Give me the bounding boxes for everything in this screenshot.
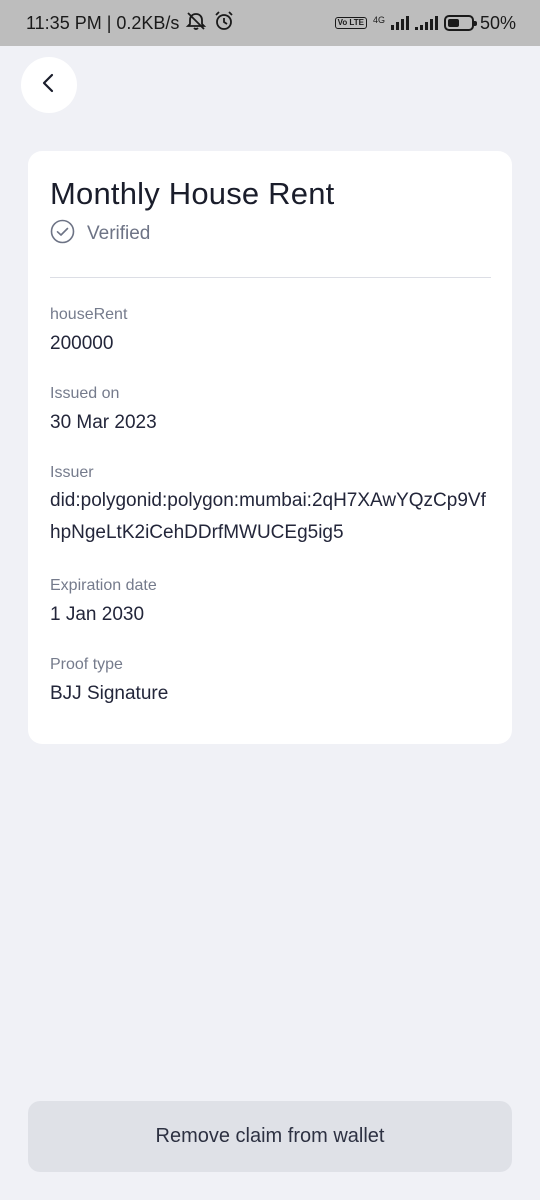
battery-fill xyxy=(447,19,459,27)
alarm-icon xyxy=(213,10,235,37)
verified-status: Verified xyxy=(50,219,490,249)
field-value: 1 Jan 2030 xyxy=(50,604,145,625)
field-value: 30 Mar 2023 xyxy=(50,412,157,433)
status-time-speed: 11:35 PM | 0.2KB/s xyxy=(26,12,180,33)
status-right: Vo LTE 4G 50% xyxy=(334,12,516,34)
back-button[interactable] xyxy=(21,57,77,113)
battery-icon xyxy=(443,15,477,31)
field-label: Proof type xyxy=(50,656,123,673)
field-proof-type: Proof type BJJ Signature xyxy=(50,655,490,707)
check-circle-icon xyxy=(50,219,75,249)
field-label: Expiration date xyxy=(50,577,157,594)
credential-card: Monthly House Rent Verified houseRent 20… xyxy=(28,151,512,744)
verified-label: Verified xyxy=(87,223,151,244)
remove-claim-button[interactable]: Remove claim from wallet xyxy=(28,1101,512,1172)
status-bar: 11:35 PM | 0.2KB/s Vo LTE 4G 50% xyxy=(0,0,540,46)
field-value: did:polygonid:polygon:mumbai:2qH7XAwYQzC… xyxy=(50,490,486,543)
field-value: 200000 xyxy=(50,333,114,354)
field-issuer: Issuer did:polygonid:polygon:mumbai:2qH7… xyxy=(50,463,490,549)
signal-icon-2 xyxy=(414,16,438,30)
field-value: BJJ Signature xyxy=(50,683,169,704)
status-left: 11:35 PM | 0.2KB/s xyxy=(26,10,235,37)
mute-icon xyxy=(185,11,207,36)
volte-badge: Vo LTE xyxy=(334,17,367,29)
credential-title: Monthly House Rent xyxy=(50,176,335,211)
field-label: houseRent xyxy=(50,306,128,323)
chevron-left-icon xyxy=(39,73,59,98)
field-label: Issued on xyxy=(50,385,120,402)
divider xyxy=(50,277,491,278)
field-issued-on: Issued on 30 Mar 2023 xyxy=(50,384,490,436)
battery-percent: 50% xyxy=(479,12,516,33)
field-expiration-date: Expiration date 1 Jan 2030 xyxy=(50,576,490,628)
network-type: 4G xyxy=(372,14,385,25)
field-label: Issuer xyxy=(50,464,94,481)
signal-icon xyxy=(390,16,409,30)
field-house-rent: houseRent 200000 xyxy=(50,305,490,357)
